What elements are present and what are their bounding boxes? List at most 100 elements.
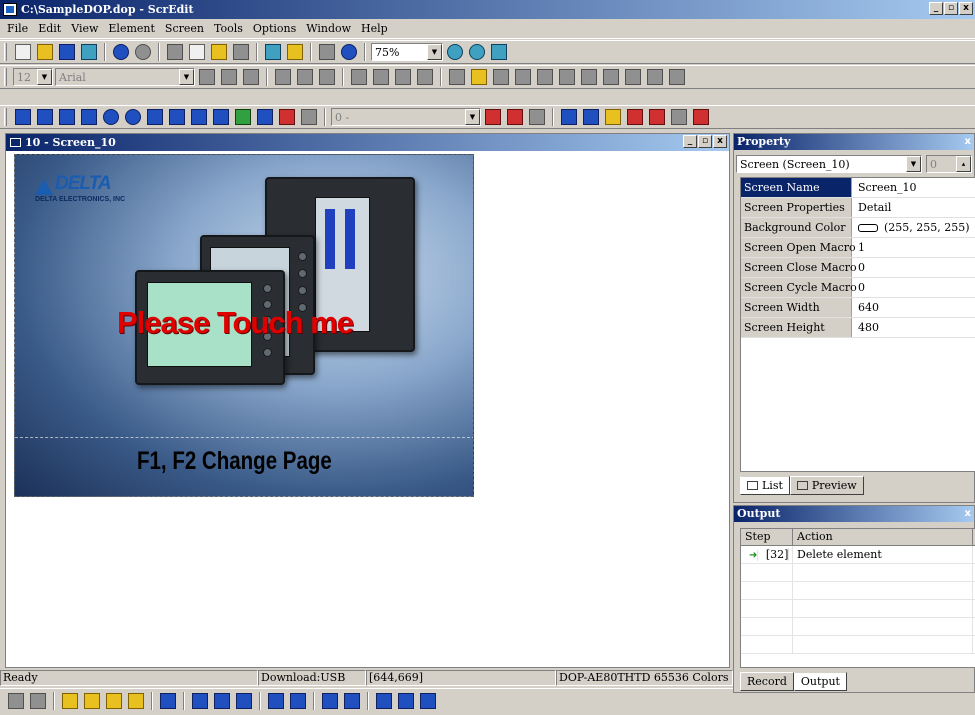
- menu-edit[interactable]: Edit: [33, 22, 66, 35]
- element-id-select[interactable]: 0 - ▼: [331, 108, 481, 126]
- chevron-down-icon[interactable]: ▼: [179, 69, 194, 85]
- please-touch-text[interactable]: Please Touch me: [117, 305, 354, 341]
- change-page-text[interactable]: F1, F2 Change Page: [137, 447, 332, 476]
- send-back-icon[interactable]: [84, 692, 100, 709]
- property-value[interactable]: Detail: [852, 198, 891, 217]
- menu-file[interactable]: File: [2, 22, 33, 35]
- output-row[interactable]: ➜ [32] Delete element: [741, 546, 975, 564]
- maximize-button[interactable]: ▫: [698, 135, 712, 148]
- property-value[interactable]: 1: [852, 238, 865, 257]
- connect-icon[interactable]: [485, 109, 501, 125]
- center-horizontal-icon[interactable]: [376, 692, 392, 709]
- property-row-screen-width[interactable]: Screen Width 640: [741, 298, 975, 318]
- transfer-screen-icon[interactable]: [649, 109, 665, 125]
- font-size-select[interactable]: 12 ▼: [13, 68, 53, 86]
- layout-icon[interactable]: [559, 69, 575, 85]
- transfer-icon[interactable]: [627, 109, 643, 125]
- align-right-arrow-icon[interactable]: [243, 69, 259, 85]
- layout-icon[interactable]: [493, 69, 509, 85]
- disconnect-icon[interactable]: [507, 109, 523, 125]
- font-color-icon[interactable]: [351, 69, 367, 85]
- property-spin-input[interactable]: 0 ▴: [926, 155, 972, 173]
- alarm-element-icon[interactable]: [257, 109, 273, 125]
- same-height-icon[interactable]: [290, 692, 306, 709]
- property-row-background-color[interactable]: Background Color (255, 255, 255): [741, 218, 975, 238]
- display-element-icon[interactable]: [191, 109, 207, 125]
- screen-folder-icon[interactable]: [287, 44, 303, 60]
- menu-screen[interactable]: Screen: [160, 22, 209, 35]
- redo-icon[interactable]: [135, 44, 151, 60]
- property-value[interactable]: 0: [852, 258, 865, 277]
- toolbar-grip[interactable]: [4, 108, 7, 126]
- simulate-icon[interactable]: [671, 109, 687, 125]
- align-middle-icon[interactable]: [297, 69, 313, 85]
- open-folder-icon[interactable]: [37, 44, 53, 60]
- copy-icon[interactable]: [189, 44, 205, 60]
- help-icon[interactable]: [341, 44, 357, 60]
- compile-icon[interactable]: [319, 44, 335, 60]
- button-element-icon[interactable]: [15, 109, 31, 125]
- menu-tools[interactable]: Tools: [209, 22, 248, 35]
- property-row-close-macro[interactable]: Screen Close Macro 0: [741, 258, 975, 278]
- meter-element-icon[interactable]: [103, 109, 119, 125]
- find-icon[interactable]: [233, 44, 249, 60]
- menu-element[interactable]: Element: [103, 22, 160, 35]
- fill-color-icon[interactable]: [471, 69, 487, 85]
- center-vertical-icon[interactable]: [398, 692, 414, 709]
- download-icon[interactable]: [583, 109, 599, 125]
- minimize-button[interactable]: _: [929, 2, 943, 15]
- italic-icon[interactable]: [395, 69, 411, 85]
- layout-icon[interactable]: [537, 69, 553, 85]
- new-file-icon[interactable]: [15, 44, 31, 60]
- ungroup-icon[interactable]: [30, 692, 46, 709]
- chevron-down-icon[interactable]: ▼: [906, 156, 921, 172]
- align-bottom-edge-icon[interactable]: [236, 692, 252, 709]
- align-bottom-icon[interactable]: [319, 69, 335, 85]
- screen-canvas[interactable]: DELTA DELTA ELECTRONICS, INC Please Touc…: [14, 154, 474, 497]
- chevron-down-icon[interactable]: ▼: [37, 69, 52, 85]
- center-both-icon[interactable]: [420, 692, 436, 709]
- menu-window[interactable]: Window: [301, 22, 356, 35]
- circle-element-icon[interactable]: [125, 109, 141, 125]
- property-row-screen-height[interactable]: Screen Height 480: [741, 318, 975, 338]
- trend-element-icon[interactable]: [235, 109, 251, 125]
- lamp-element-icon[interactable]: [59, 109, 75, 125]
- layout-icon[interactable]: [603, 69, 619, 85]
- bring-forward-icon[interactable]: [106, 692, 122, 709]
- online-simulate-icon[interactable]: [693, 109, 709, 125]
- close-icon[interactable]: x: [965, 134, 971, 149]
- column-action[interactable]: Action: [793, 529, 973, 545]
- cut-icon[interactable]: [167, 44, 183, 60]
- line-color-icon[interactable]: [449, 69, 465, 85]
- save-as-icon[interactable]: [81, 44, 97, 60]
- zoom-fit-icon[interactable]: [491, 44, 507, 60]
- input-element-icon[interactable]: [169, 109, 185, 125]
- save-icon[interactable]: [59, 44, 75, 60]
- align-left-arrow-icon[interactable]: [199, 69, 215, 85]
- align-left-icon[interactable]: [160, 692, 176, 709]
- property-value[interactable]: 0: [852, 278, 865, 297]
- align-top-icon[interactable]: [275, 69, 291, 85]
- menu-help[interactable]: Help: [356, 22, 393, 35]
- align-center-arrow-icon[interactable]: [221, 69, 237, 85]
- line-element-icon[interactable]: [81, 109, 97, 125]
- layout-icon[interactable]: [647, 69, 663, 85]
- font-name-select[interactable]: Arial ▼: [55, 68, 195, 86]
- property-object-select[interactable]: Screen (Screen_10) ▼: [736, 155, 922, 173]
- align-right-icon[interactable]: [192, 692, 208, 709]
- download-all-icon[interactable]: [605, 109, 621, 125]
- tab-list[interactable]: List: [740, 476, 790, 495]
- minimize-button[interactable]: _: [683, 135, 697, 148]
- property-row-cycle-macro[interactable]: Screen Cycle Macro 0: [741, 278, 975, 298]
- group-icon[interactable]: [8, 692, 24, 709]
- chevron-down-icon[interactable]: ▼: [465, 109, 480, 125]
- toolbar-grip[interactable]: [4, 43, 7, 61]
- bold-icon[interactable]: [373, 69, 389, 85]
- menu-view[interactable]: View: [66, 22, 103, 35]
- bring-front-icon[interactable]: [62, 692, 78, 709]
- chevron-down-icon[interactable]: ▼: [427, 44, 442, 60]
- underline-icon[interactable]: [417, 69, 433, 85]
- send-backward-icon[interactable]: [128, 692, 144, 709]
- graphic-element-icon[interactable]: [213, 109, 229, 125]
- close-button[interactable]: x: [713, 135, 727, 148]
